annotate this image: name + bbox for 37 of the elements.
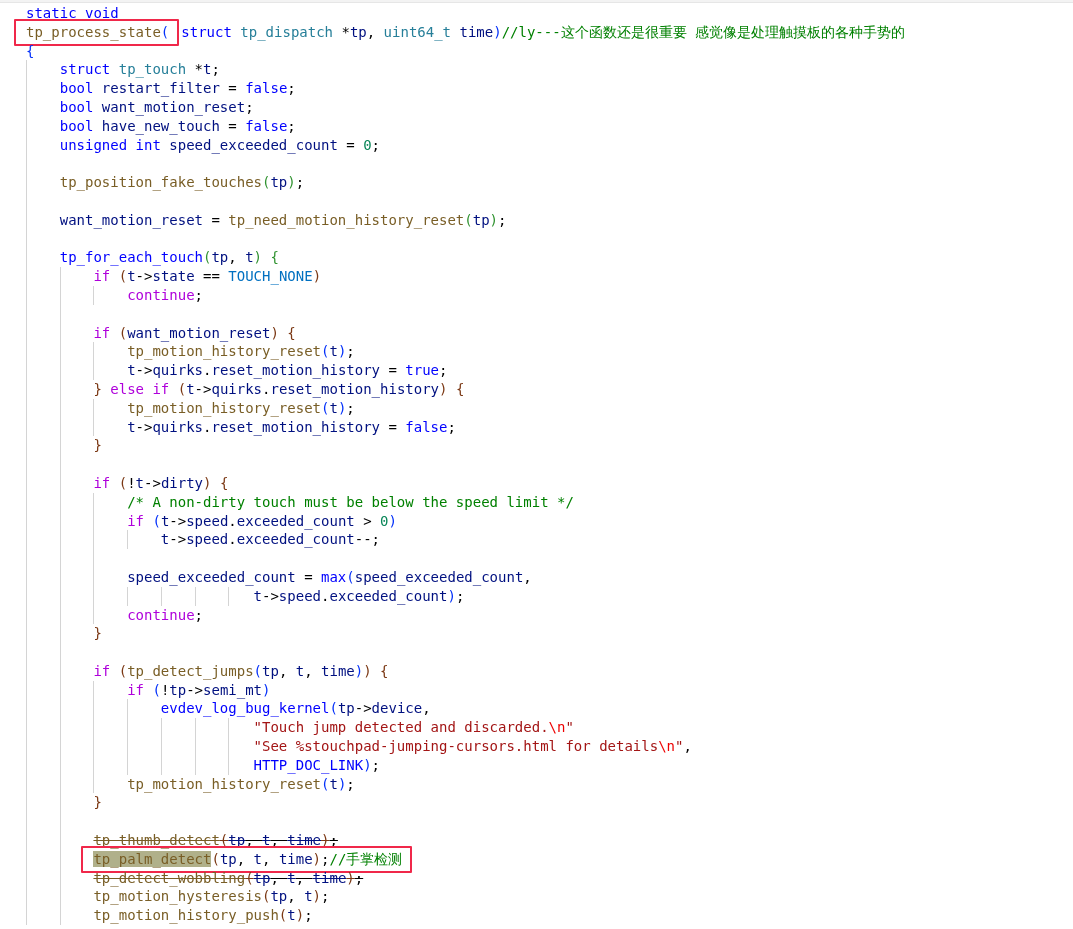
code-line: if (t->speed.exceeded_count > 0) xyxy=(127,511,397,531)
code-line: struct tp_dispatch *tp, uint64_t time)//ly---这个函数还是很重要 感觉像是处理触摸板的各种手势的 xyxy=(181,22,906,42)
code-line: /* A non-dirty touch must be below the speed limit */ xyxy=(127,492,574,512)
code-line: tp_motion_history_reset(t); xyxy=(127,342,355,362)
code-line: tp_position_fake_touches(tp); xyxy=(59,173,305,192)
code-line: tp_motion_history_reset(t); xyxy=(127,398,355,418)
code-line: tp_motion_history_reset(t); xyxy=(127,774,355,794)
code-line: if (!t->dirty) { xyxy=(93,473,229,493)
code-line: } xyxy=(93,624,102,644)
code-line: bool want_motion_reset; xyxy=(59,98,254,117)
code-line: speed_exceeded_count = max(speed_exceeded_count, xyxy=(127,567,532,587)
code-line: t->quirks.reset_motion_history = false; xyxy=(127,417,456,437)
code-line: bool have_new_touch = false; xyxy=(59,116,296,136)
code-line: t->speed.exceeded_count--; xyxy=(160,530,381,550)
code-line: if (!tp->semi_mt) xyxy=(127,680,271,700)
code-line: unsigned int speed_exceeded_count = 0; xyxy=(59,135,381,155)
code-line: if (want_motion_reset) { xyxy=(93,323,296,343)
code-line: evdev_log_bug_kernel(tp->device, xyxy=(160,699,431,719)
code-line: "See %stouchpad-jumping-cursors.html for details\n", xyxy=(253,737,692,756)
code-line: want_motion_reset = tp_need_motion_history_reset(tp); xyxy=(59,210,507,230)
code-line: HTTP_DOC_LINK); xyxy=(253,755,380,775)
code-line: struct tp_touch *t; xyxy=(59,60,220,80)
code-line: tp_motion_hysteresis(tp, t); xyxy=(93,887,330,907)
code-line: "Touch jump detected and discarded.\n" xyxy=(253,718,574,738)
annotated-code: tp_process_state( xyxy=(14,18,180,46)
code-line: if (tp_detect_jumps(tp, t, time)) { xyxy=(93,661,389,681)
code-line: t->quirks.reset_motion_history = true; xyxy=(127,361,448,380)
code-line: } xyxy=(93,436,102,456)
code-line: } xyxy=(93,793,102,813)
code-line: continue; xyxy=(127,605,203,625)
code-line: if (t->state == TOUCH_NONE) xyxy=(93,267,322,286)
code-line: continue; xyxy=(127,285,203,305)
code-line: tp_motion_history_push(t); xyxy=(93,906,313,926)
code-line: t->speed.exceeded_count); xyxy=(253,586,465,606)
code-line: bool restart_filter = false; xyxy=(59,79,296,98)
code-line: } else if (t->quirks.reset_motion_history) { xyxy=(93,379,465,399)
code-line: tp_for_each_touch(tp, t) { xyxy=(59,248,279,268)
